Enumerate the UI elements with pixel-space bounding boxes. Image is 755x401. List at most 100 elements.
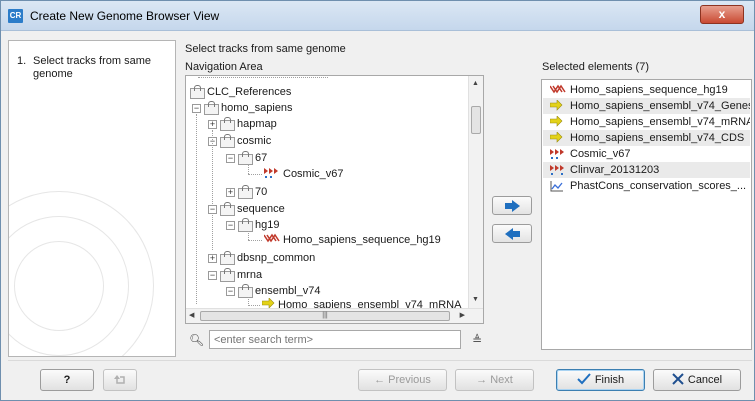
selected-item-label: Cosmic_v67: [570, 148, 631, 160]
finish-button[interactable]: Finish: [556, 369, 645, 391]
cancel-x-icon: [672, 373, 684, 385]
tree-connector: [248, 231, 249, 240]
search-bar: 🔍︎ ≜: [185, 330, 484, 350]
selected-item[interactable]: Homo_sapiens_sequence_hg19: [543, 82, 750, 98]
watermark-decoration: [14, 241, 104, 331]
folder-icon: [190, 85, 205, 99]
scroll-right-icon[interactable]: ▶: [460, 311, 465, 319]
tree-item-70[interactable]: 70: [238, 184, 267, 200]
tree-connector: [198, 77, 328, 78]
scroll-thumb[interactable]: [471, 106, 481, 134]
tree-item-cosmic[interactable]: cosmic: [220, 133, 271, 149]
finish-label: Finish: [594, 374, 625, 386]
tree-item-label: hapmap: [237, 118, 277, 130]
variant-track-icon: [264, 168, 278, 178]
window-title: Create New Genome Browser View: [30, 9, 220, 23]
folder-icon: [220, 202, 235, 216]
folder-icon: [220, 251, 235, 265]
tree-item-label: hg19: [255, 219, 280, 231]
step-number: 1.: [17, 55, 27, 67]
next-button[interactable]: → Next: [455, 369, 534, 391]
collapse-icon[interactable]: −: [208, 271, 217, 280]
checkmark-icon: [577, 373, 591, 385]
selected-item[interactable]: Homo_sapiens_ensembl_v74_Genes: [543, 98, 750, 114]
cancel-button[interactable]: Cancel: [653, 369, 741, 391]
navigation-tree[interactable]: CLC_References − homo_sapiens + hapmap −…: [185, 75, 484, 324]
tree-item-hapmap[interactable]: hapmap: [220, 116, 277, 132]
selected-item[interactable]: Cosmic_v67: [543, 146, 750, 162]
folder-icon: [220, 134, 235, 148]
selected-item[interactable]: Clinvar_20131203: [543, 162, 750, 178]
tree-connector: [248, 174, 262, 175]
title-bar: CR Create New Genome Browser View x: [1, 1, 754, 31]
close-button[interactable]: x: [700, 5, 744, 24]
reset-button[interactable]: [103, 369, 137, 391]
tree-connector: [248, 164, 249, 174]
tree-item-label: ensembl_v74: [255, 285, 321, 297]
selected-item-label: PhastCons_conservation_scores_...: [570, 180, 747, 192]
tree-vertical-scrollbar[interactable]: ▲ ▼: [468, 76, 483, 308]
group-title: Select tracks from same genome: [185, 43, 346, 55]
tree-item-homo-sapiens-sequence-hg19[interactable]: Homo_sapiens_sequence_hg19: [263, 232, 441, 248]
selected-item[interactable]: Homo_sapiens_ensembl_v74_mRNA: [543, 114, 750, 130]
help-button[interactable]: ?: [40, 369, 94, 391]
tree-item-67[interactable]: 67: [238, 150, 267, 166]
folder-icon: [238, 218, 253, 232]
previous-button[interactable]: ← Previous: [358, 369, 447, 391]
selected-elements-title: Selected elements (7): [542, 61, 649, 73]
scroll-up-icon[interactable]: ▲: [472, 80, 479, 87]
selected-item-label: Homo_sapiens_sequence_hg19: [570, 84, 728, 96]
step-label: Select tracks from same genome: [33, 55, 151, 80]
selected-item[interactable]: Homo_sapiens_ensembl_v74_CDS: [543, 130, 750, 146]
collapse-icon[interactable]: −: [226, 221, 235, 230]
folder-icon: [238, 151, 253, 165]
selected-item[interactable]: PhastCons_conservation_scores_...: [543, 178, 750, 194]
search-icon[interactable]: 🔍︎: [189, 333, 204, 347]
add-to-selected-button[interactable]: [492, 196, 532, 215]
tree-item-sequence[interactable]: sequence: [220, 201, 285, 217]
cancel-label: Cancel: [687, 374, 723, 386]
tree-item-hg19[interactable]: hg19: [238, 217, 279, 233]
arrow-right-icon: [505, 200, 520, 212]
collapse-icon[interactable]: −: [192, 104, 201, 113]
tree-item-label: 70: [255, 186, 268, 198]
tree-item-label: cosmic: [237, 135, 272, 147]
scroll-down-icon[interactable]: ▼: [472, 296, 479, 303]
scroll-thumb[interactable]: |||: [200, 311, 450, 321]
tree-item-cosmic-v67[interactable]: Cosmic_v67: [264, 166, 344, 182]
undo-icon: [114, 375, 125, 384]
tree-item-label: CLC_References: [207, 86, 292, 98]
tree-connector: [196, 114, 197, 304]
tree-item-label: 67: [255, 152, 268, 164]
folder-icon: [238, 284, 253, 298]
sequence-track-icon: [550, 84, 566, 94]
tree-horizontal-scrollbar[interactable]: ◀ ||| ▶: [186, 308, 483, 323]
tree-connector: [248, 305, 260, 306]
tree-item-homo-sapiens[interactable]: homo_sapiens: [204, 100, 293, 116]
search-input[interactable]: [209, 330, 461, 349]
arrow-left-icon: [505, 228, 520, 240]
sequence-track-icon: [263, 233, 280, 243]
tree-item-label: sequence: [237, 203, 285, 215]
selected-elements-list[interactable]: Homo_sapiens_sequence_hg19 Homo_sapiens_…: [541, 79, 752, 350]
collapse-icon[interactable]: −: [226, 154, 235, 163]
selected-item-label: Homo_sapiens_ensembl_v74_CDS: [570, 132, 745, 144]
expand-icon[interactable]: +: [226, 188, 235, 197]
graph-track-icon: [550, 181, 563, 192]
search-options-icon[interactable]: ≜: [472, 333, 482, 347]
tree-item-mrna[interactable]: mrna: [220, 267, 262, 283]
tree-item-clc-references[interactable]: CLC_References: [190, 84, 291, 100]
collapse-icon[interactable]: −: [226, 287, 235, 296]
variant-track-icon: [550, 165, 564, 175]
tree-item-label: Cosmic_v67: [283, 168, 344, 180]
folder-icon: [220, 117, 235, 131]
expand-icon[interactable]: +: [208, 120, 217, 129]
collapse-icon[interactable]: −: [208, 205, 217, 214]
scroll-left-icon[interactable]: ◀: [189, 311, 194, 319]
selected-item-label: Homo_sapiens_ensembl_v74_Genes: [570, 100, 750, 112]
tree-item-dbsnp-common[interactable]: dbsnp_common: [220, 250, 315, 266]
expand-icon[interactable]: +: [208, 254, 217, 263]
remove-from-selected-button[interactable]: [492, 224, 532, 243]
tree-item-label: dbsnp_common: [237, 252, 316, 264]
selected-item-label: Clinvar_20131203: [570, 164, 660, 176]
